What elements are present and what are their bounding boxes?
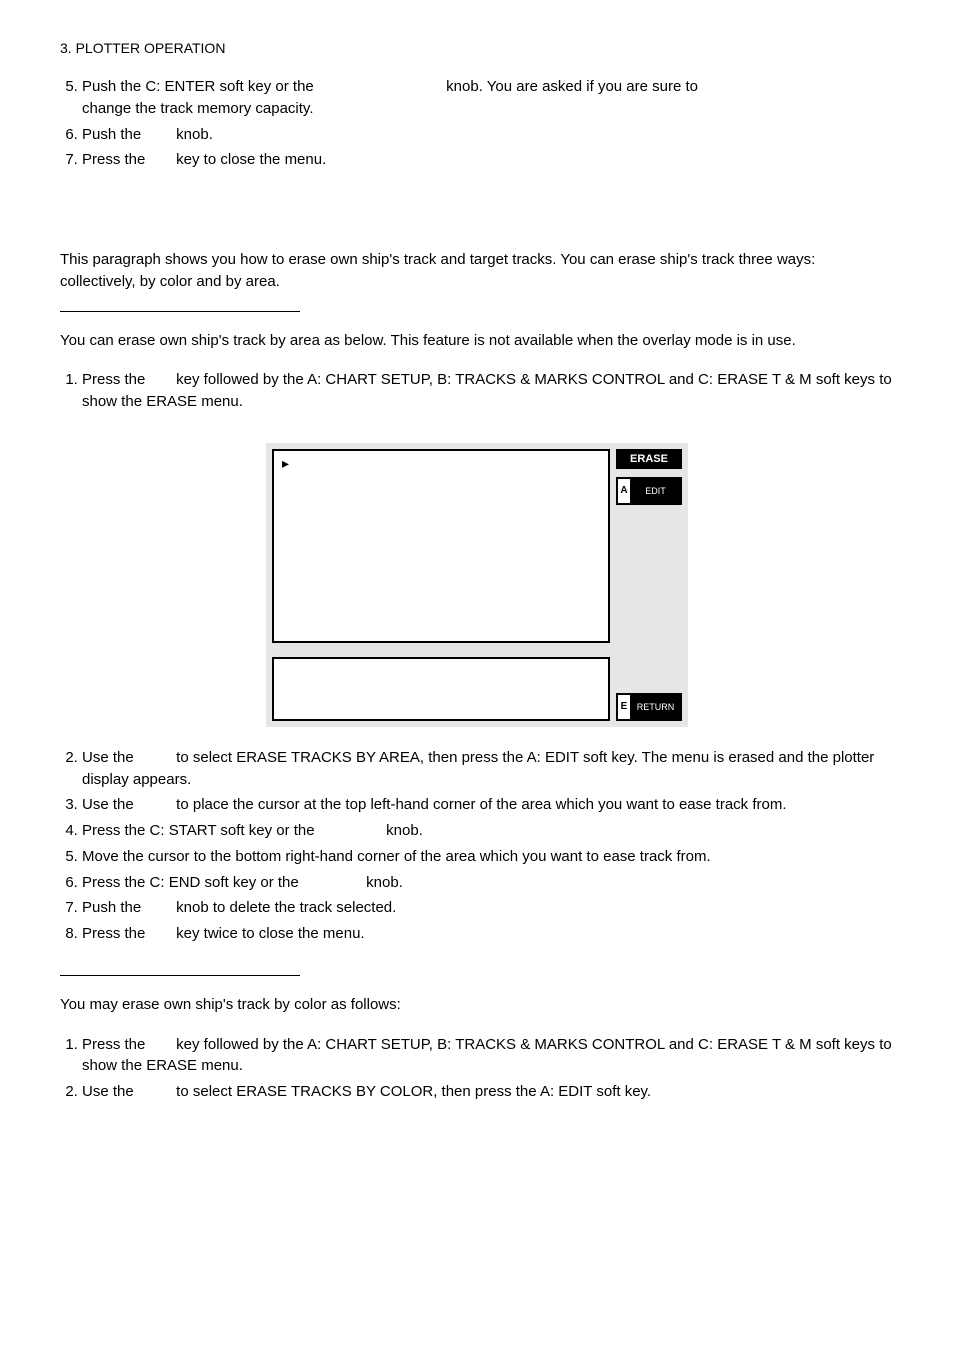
list-item: Press the C: START soft key or the knob. bbox=[82, 820, 894, 842]
diagram-top-row: ▸ ERASE A EDIT bbox=[272, 449, 682, 643]
list-item: Push the C: ENTER soft key or the knob. … bbox=[82, 76, 894, 120]
erase-title-label: ERASE bbox=[616, 449, 682, 469]
text-fragment: Push the C: ENTER soft key or the bbox=[82, 76, 402, 98]
text-fragment: change the track memory capacity. bbox=[82, 100, 314, 117]
instruction-list-4: Press the key followed by the A: CHART S… bbox=[60, 1034, 894, 1103]
text-fragment: Press the C: END soft key or the bbox=[82, 872, 362, 894]
text-fragment: knob to delete the track selected. bbox=[176, 899, 396, 916]
text-fragment: to select ERASE TRACKS BY COLOR, then pr… bbox=[176, 1083, 651, 1100]
text-fragment: Push the bbox=[82, 124, 172, 146]
text-fragment: key followed by the A: CHART SETUP, B: T… bbox=[82, 371, 892, 410]
text-fragment: knob. bbox=[366, 874, 403, 891]
instruction-list-2: Press the key followed by the A: CHART S… bbox=[60, 369, 894, 413]
diagram-bottom-box bbox=[272, 657, 610, 721]
instruction-list-3: Use the to select ERASE TRACKS BY AREA, … bbox=[60, 747, 894, 945]
text-fragment: Press the bbox=[82, 1034, 172, 1056]
list-item: Press the key followed by the A: CHART S… bbox=[82, 369, 894, 413]
section-rule bbox=[60, 975, 300, 976]
text-fragment: knob. You are asked if you are sure to bbox=[446, 76, 698, 98]
text-fragment: key twice to close the menu. bbox=[176, 925, 364, 942]
text-fragment: Push the bbox=[82, 897, 172, 919]
text-fragment: Use the bbox=[82, 1081, 172, 1103]
text-fragment: to select ERASE TRACKS BY AREA, then pre… bbox=[82, 749, 874, 788]
diagram-bottom-row: E RETURN bbox=[272, 657, 682, 721]
list-item: Push the knob to delete the track select… bbox=[82, 897, 894, 919]
text-fragment: to place the cursor at the top left-hand… bbox=[176, 796, 786, 813]
list-item: Press the key to close the menu. bbox=[82, 149, 894, 171]
text-fragment: Press the bbox=[82, 923, 172, 945]
erase-menu-diagram: ▸ ERASE A EDIT E RETURN bbox=[266, 443, 688, 727]
section-rule bbox=[60, 311, 300, 312]
paragraph: This paragraph shows you how to erase ow… bbox=[60, 249, 894, 293]
paragraph: You may erase own ship's track by color … bbox=[60, 994, 894, 1016]
return-softkey: E RETURN bbox=[616, 693, 682, 721]
text-fragment: Use the bbox=[82, 747, 172, 769]
list-item: Push the knob. bbox=[82, 124, 894, 146]
list-item: Press the C: END soft key or the knob. bbox=[82, 872, 894, 894]
text-fragment: Press the bbox=[82, 369, 172, 391]
text-fragment: key to close the menu. bbox=[176, 151, 326, 168]
play-icon: ▸ bbox=[282, 455, 289, 472]
list-item: Move the cursor to the bottom right-hand… bbox=[82, 846, 894, 868]
instruction-list-1: Push the C: ENTER soft key or the knob. … bbox=[60, 76, 894, 171]
text-fragment: knob. bbox=[176, 126, 213, 143]
text-fragment: Use the bbox=[82, 794, 172, 816]
text-fragment: knob. bbox=[386, 822, 423, 839]
text-fragment: Press the C: START soft key or the bbox=[82, 820, 382, 842]
list-item: Use the to select ERASE TRACKS BY COLOR,… bbox=[82, 1081, 894, 1103]
text-fragment: Move the cursor to the bottom right-hand… bbox=[82, 848, 711, 865]
list-item: Press the key followed by the A: CHART S… bbox=[82, 1034, 894, 1078]
text-fragment: Press the bbox=[82, 149, 172, 171]
softkey-letter: E bbox=[618, 695, 631, 719]
list-item: Press the key twice to close the menu. bbox=[82, 923, 894, 945]
softkey-text: EDIT bbox=[631, 479, 680, 503]
diagram-side-top: ERASE A EDIT bbox=[616, 449, 682, 505]
list-item: Use the to select ERASE TRACKS BY AREA, … bbox=[82, 747, 894, 791]
edit-softkey: A EDIT bbox=[616, 477, 682, 505]
softkey-letter: A bbox=[618, 479, 631, 503]
diagram-side-bottom: E RETURN bbox=[616, 693, 682, 721]
paragraph: You can erase own ship's track by area a… bbox=[60, 330, 894, 352]
diagram-main-box: ▸ bbox=[272, 449, 610, 643]
list-item: Use the to place the cursor at the top l… bbox=[82, 794, 894, 816]
text-fragment: key followed by the A: CHART SETUP, B: T… bbox=[82, 1036, 892, 1075]
softkey-text: RETURN bbox=[631, 695, 680, 719]
page-header: 3. PLOTTER OPERATION bbox=[60, 40, 894, 56]
